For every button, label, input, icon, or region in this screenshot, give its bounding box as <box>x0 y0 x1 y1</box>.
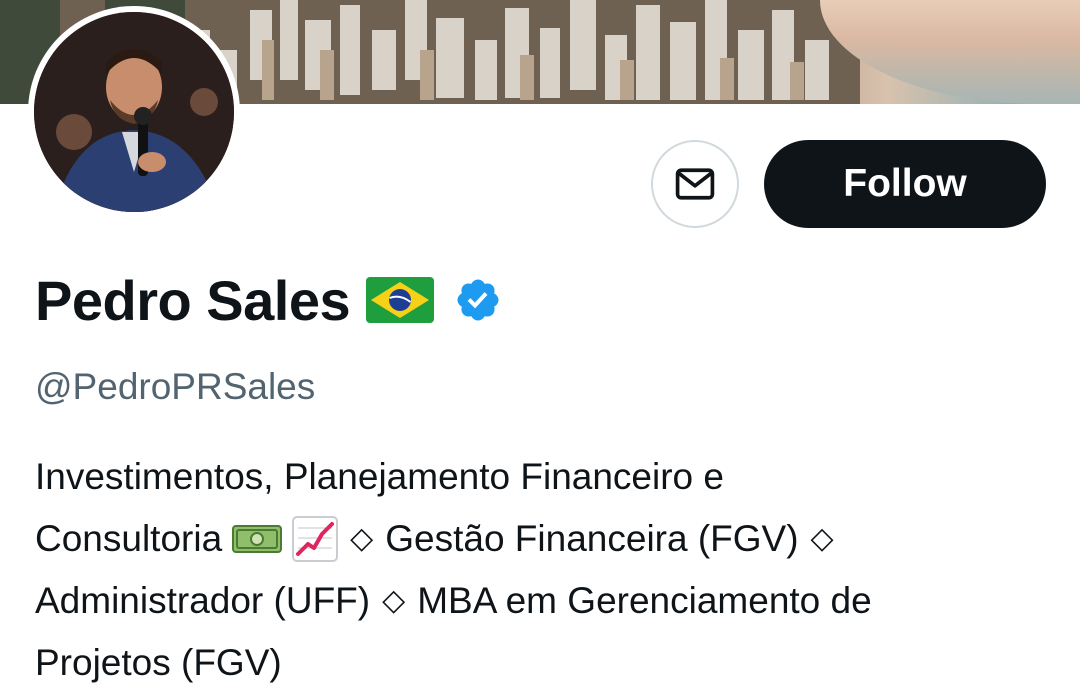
avatar-photo <box>34 12 234 212</box>
bio-text: Projetos (FGV) <box>35 642 282 683</box>
bio-text: Administrador (UFF) <box>35 580 371 621</box>
money-icon <box>232 525 283 553</box>
separator-diamond: ◇ <box>350 522 374 555</box>
message-button[interactable] <box>651 140 739 228</box>
bio-line: Projetos (FGV) <box>35 632 1035 694</box>
person-portrait-icon <box>34 12 234 212</box>
bio-line: Consultoria ◇ Gestão Financeira (FGV) ◇ <box>35 508 1035 570</box>
profile-bio: Investimentos, Planejamento Financeiro e… <box>35 446 1035 694</box>
separator-diamond: ◇ <box>810 522 834 555</box>
bio-line: Administrador (UFF) ◇ MBA em Gerenciamen… <box>35 570 1035 632</box>
bio-line: Investimentos, Planejamento Financeiro e <box>35 446 1035 508</box>
chart-increasing-icon <box>292 516 339 562</box>
bio-text: Gestão Financeira (FGV) <box>385 518 799 559</box>
bio-text: Consultoria <box>35 518 223 559</box>
bio-text: Investimentos, Planejamento Financeiro e <box>35 456 724 497</box>
bio-text: MBA em Gerenciamento de <box>417 580 872 621</box>
display-name: Pedro Sales <box>35 268 351 332</box>
name-row: Pedro Sales <box>35 262 502 338</box>
brazil-flag-icon <box>366 277 435 323</box>
profile-avatar[interactable] <box>28 6 240 218</box>
mail-icon <box>675 168 715 200</box>
separator-diamond: ◇ <box>382 584 406 617</box>
profile-handle: @PedroPRSales <box>35 366 316 407</box>
follow-button[interactable]: Follow <box>764 140 1046 228</box>
verified-badge-icon[interactable] <box>454 276 502 324</box>
